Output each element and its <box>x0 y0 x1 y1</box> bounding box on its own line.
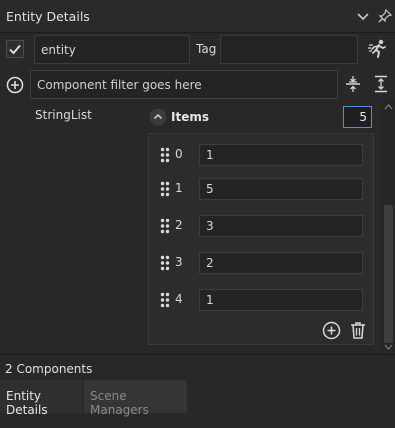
list-item: 23 <box>160 215 365 237</box>
list-item: 32 <box>160 252 365 274</box>
drag-handle-icon[interactable] <box>160 181 170 197</box>
item-value-input[interactable]: 1 <box>199 144 363 166</box>
item-index: 1 <box>175 181 183 195</box>
panel-header: Entity Details <box>0 0 395 33</box>
item-index: 4 <box>175 292 183 306</box>
items-label: Items <box>171 110 209 124</box>
scroll-up-arrow-icon[interactable] <box>384 103 393 111</box>
list-item: 41 <box>160 289 365 311</box>
plus-circle-icon[interactable] <box>6 76 24 94</box>
drag-handle-icon[interactable] <box>160 292 170 308</box>
item-index: 2 <box>175 218 183 232</box>
list-item: 15 <box>160 178 365 200</box>
item-index: 0 <box>175 147 183 161</box>
entity-name-input[interactable]: entity <box>34 35 190 64</box>
plus-circle-icon[interactable] <box>322 321 341 340</box>
tab-scene-managers[interactable]: Scene Managers <box>84 380 187 417</box>
component-filter-input[interactable]: Component filter goes here <box>30 70 338 99</box>
drag-handle-icon[interactable] <box>160 218 170 234</box>
item-value-input[interactable]: 3 <box>199 215 363 237</box>
panel-title: Entity Details <box>6 9 90 24</box>
drag-handle-icon[interactable] <box>160 255 170 271</box>
component-field-label: StringList <box>35 108 92 122</box>
tag-input[interactable] <box>220 35 358 64</box>
expand-all-icon[interactable] <box>372 75 390 93</box>
chevron-down-icon[interactable] <box>355 8 371 24</box>
items-count-input[interactable]: 5 <box>343 106 372 128</box>
chevron-up-icon[interactable] <box>149 108 167 126</box>
scroll-down-arrow-icon[interactable] <box>384 343 393 351</box>
drag-handle-icon[interactable] <box>160 147 170 163</box>
item-value-input[interactable]: 5 <box>199 178 363 200</box>
scrollbar-thumb[interactable] <box>384 205 393 343</box>
running-person-icon[interactable] <box>367 38 389 60</box>
tag-label: Tag <box>196 42 217 56</box>
footer-divider <box>0 354 395 355</box>
list-item: 01 <box>160 144 365 166</box>
entity-details-panel: Entity Details entity Tag Component filt… <box>0 0 395 428</box>
checkmark-icon <box>9 44 21 55</box>
item-value-input[interactable]: 2 <box>199 252 363 274</box>
item-index: 3 <box>175 255 183 269</box>
entity-enabled-checkbox[interactable] <box>6 40 24 58</box>
collapse-all-icon[interactable] <box>344 75 362 93</box>
tab-entity-details[interactable]: Entity Details <box>0 380 82 417</box>
item-value-input[interactable]: 1 <box>199 289 363 311</box>
pin-icon[interactable] <box>377 8 393 24</box>
components-count: 2 Components <box>5 362 93 376</box>
trash-icon[interactable] <box>349 321 367 340</box>
